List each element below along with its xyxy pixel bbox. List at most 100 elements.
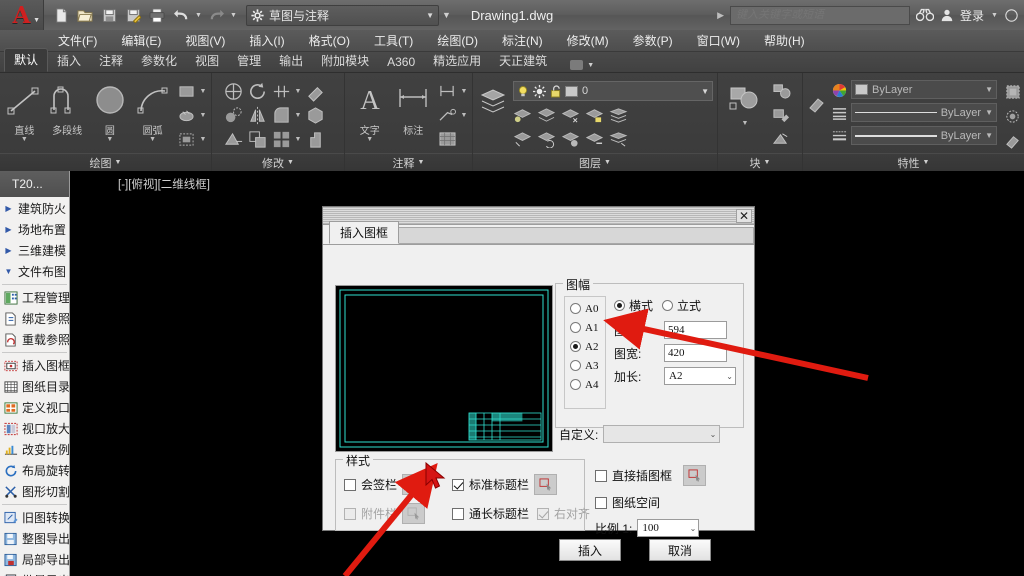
rectangle-icon[interactable] bbox=[175, 80, 197, 102]
create-block-icon[interactable] bbox=[770, 80, 792, 102]
menu-tools[interactable]: 工具(T) bbox=[362, 30, 425, 51]
palette-item-zoom-viewport[interactable]: 视口放大 bbox=[0, 418, 69, 439]
insert-button[interactable]: 插入 bbox=[559, 539, 621, 561]
menu-format[interactable]: 格式(O) bbox=[297, 30, 362, 51]
properties-copy-icon[interactable] bbox=[1002, 105, 1024, 127]
palette-group-3d[interactable]: ▶ 三维建模 bbox=[0, 240, 69, 261]
chevron-down-icon[interactable]: ▼ bbox=[21, 136, 28, 143]
chevron-down-icon[interactable]: ▼ bbox=[418, 159, 425, 166]
chevron-right-icon[interactable]: ▶ bbox=[717, 10, 724, 21]
undo-icon[interactable] bbox=[170, 4, 192, 26]
ribbon-tab-parametric[interactable]: 参数化 bbox=[132, 50, 186, 72]
table-icon[interactable] bbox=[436, 128, 458, 150]
palette-item-define-viewport[interactable]: 定义视口 bbox=[0, 397, 69, 418]
chevron-down-icon[interactable]: ▼ bbox=[586, 62, 595, 69]
custom-size-select[interactable]: ⌄ bbox=[603, 425, 720, 443]
ribbon-tab-addins[interactable]: 附加模块 bbox=[312, 50, 378, 72]
palette-item-convert-old[interactable]: 旧图转换 bbox=[0, 507, 69, 528]
palette-item-rotate-layout[interactable]: 布局旋转 bbox=[0, 460, 69, 481]
draw-circle-button[interactable]: 圆 ▼ bbox=[90, 77, 131, 143]
signature-pick-button[interactable] bbox=[402, 474, 425, 495]
radio-landscape[interactable]: 横式 bbox=[614, 296, 653, 315]
chevron-down-icon[interactable]: ▼ bbox=[990, 12, 999, 19]
layer-make-current-icon[interactable] bbox=[583, 128, 605, 150]
radio-a2[interactable]: A2 bbox=[570, 337, 605, 356]
ribbon-tab-tangent-arch[interactable]: 天正建筑 bbox=[490, 50, 556, 72]
panel-label-modify[interactable]: 修改 ▼ bbox=[212, 153, 344, 171]
draw-line-button[interactable]: 直线 ▼ bbox=[4, 77, 45, 143]
menu-help[interactable]: 帮助(H) bbox=[752, 30, 817, 51]
panel-label-block[interactable]: 块 ▼ bbox=[718, 153, 802, 171]
layer-freeze-icon[interactable] bbox=[559, 104, 581, 126]
palette-item-project-manager[interactable]: 工程管理 bbox=[0, 287, 69, 308]
radio-a4[interactable]: A4 bbox=[570, 375, 605, 394]
block-attribute-icon[interactable] bbox=[770, 128, 792, 150]
viewport-label[interactable]: [-][俯视][二维线框] bbox=[118, 176, 210, 192]
hatch-icon[interactable] bbox=[175, 104, 197, 126]
layer-lock-icon[interactable] bbox=[583, 104, 605, 126]
chevron-down-icon[interactable]: ▼ bbox=[294, 136, 302, 143]
radio-portrait[interactable]: 立式 bbox=[662, 296, 701, 315]
binoculars-icon[interactable] bbox=[916, 8, 934, 22]
chevron-down-icon[interactable]: ⌄ bbox=[690, 524, 697, 533]
chevron-down-icon[interactable]: ▼ bbox=[199, 136, 207, 143]
radio-a3[interactable]: A3 bbox=[570, 356, 605, 375]
chevron-down-icon[interactable]: ▼ bbox=[426, 11, 434, 20]
extrude-icon[interactable] bbox=[304, 128, 326, 150]
checkbox-standard-title-block[interactable]: 标准标题栏 bbox=[452, 474, 557, 495]
palette-item-change-scale[interactable]: 改变比例 bbox=[0, 439, 69, 460]
stretch-icon[interactable] bbox=[222, 128, 244, 150]
palette-item-insert-frame[interactable]: 插入图框 bbox=[0, 355, 69, 376]
palette-item-reload-xref[interactable]: 重载参照 bbox=[0, 329, 69, 350]
checkbox-paper-space[interactable]: 图纸空间 bbox=[595, 494, 706, 511]
undo-dropdown-icon[interactable]: ▼ bbox=[194, 12, 203, 19]
chevron-down-icon[interactable]: ▼ bbox=[742, 120, 749, 127]
layer-merge-icon[interactable] bbox=[607, 104, 629, 126]
palette-item-bind-xref[interactable]: 绑定参照 bbox=[0, 308, 69, 329]
layer-off-icon[interactable] bbox=[511, 104, 533, 126]
chevron-down-icon[interactable]: ▼ bbox=[764, 159, 771, 166]
palette-group-fire[interactable]: ▶ 建筑防火 bbox=[0, 198, 69, 219]
chevron-down-icon[interactable]: ⌄ bbox=[726, 372, 733, 381]
save-as-icon[interactable] bbox=[122, 4, 144, 26]
chevron-down-icon[interactable]: ▼ bbox=[115, 159, 122, 166]
open-file-icon[interactable] bbox=[74, 4, 96, 26]
region-icon[interactable] bbox=[175, 128, 197, 150]
ribbon-tab-a360[interactable]: A360 bbox=[378, 53, 424, 72]
layer-match-icon[interactable] bbox=[511, 128, 533, 150]
chevron-down-icon[interactable]: ▼ bbox=[985, 131, 993, 140]
cancel-button[interactable]: 取消 bbox=[649, 539, 711, 561]
panel-label-annotation[interactable]: 注释 ▼ bbox=[345, 153, 472, 171]
properties-paint-icon[interactable] bbox=[1002, 129, 1024, 151]
panel-label-properties[interactable]: 特性 ▼ bbox=[803, 153, 1024, 171]
edit-block-icon[interactable] bbox=[770, 104, 792, 126]
sheet-length-input[interactable]: 594 bbox=[664, 321, 727, 339]
chevron-down-icon[interactable]: ▼ bbox=[366, 136, 373, 143]
palette-item-cut-graphic[interactable]: 图形切割 bbox=[0, 481, 69, 502]
attachment-pick-button[interactable] bbox=[402, 503, 425, 524]
redo-dropdown-icon[interactable]: ▼ bbox=[229, 12, 238, 19]
plot-icon[interactable] bbox=[146, 4, 168, 26]
checkbox-full-width-title-block[interactable]: 通长标题栏 bbox=[452, 505, 529, 522]
close-icon[interactable]: ✕ bbox=[736, 209, 752, 223]
checkbox-right-align[interactable]: 右对齐 bbox=[537, 505, 590, 522]
ribbon-overflow[interactable]: ▼ bbox=[570, 60, 595, 72]
palette-title[interactable]: T20... bbox=[0, 171, 69, 197]
search-input-wrapper[interactable] bbox=[730, 6, 910, 25]
layer-isolate-icon[interactable] bbox=[535, 104, 557, 126]
menu-draw[interactable]: 绘图(D) bbox=[425, 30, 490, 51]
properties-list-icon[interactable] bbox=[1002, 81, 1024, 103]
panel-label-layers[interactable]: 图层 ▼ bbox=[473, 153, 717, 171]
layer-selector[interactable]: 0 ▼ bbox=[513, 81, 713, 101]
draw-polyline-button[interactable]: 多段线 bbox=[47, 77, 88, 137]
property-lineweight-selector[interactable]: ByLayer ▼ bbox=[851, 126, 997, 145]
palette-group-filelayout[interactable]: ▼ 文件布图 bbox=[0, 261, 69, 282]
chevron-down-icon[interactable]: ▼ bbox=[199, 88, 207, 95]
layer-previous-icon[interactable] bbox=[535, 128, 557, 150]
layer-state-icon[interactable] bbox=[559, 128, 581, 150]
copy-icon[interactable] bbox=[222, 104, 244, 126]
chevron-down-icon[interactable]: ▼ bbox=[294, 88, 302, 95]
menu-file[interactable]: 文件(F) bbox=[46, 30, 109, 51]
help-icon[interactable] bbox=[1005, 9, 1018, 22]
ribbon-tab-default[interactable]: 默认 bbox=[4, 48, 48, 72]
